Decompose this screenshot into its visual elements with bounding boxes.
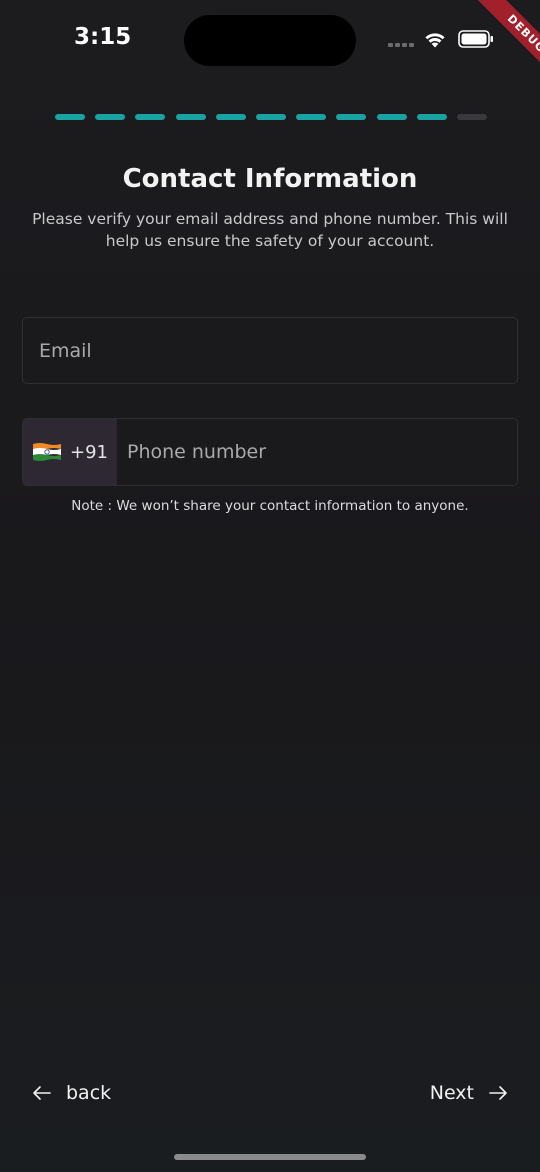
next-button[interactable]: Next bbox=[430, 1078, 508, 1108]
progress-step bbox=[416, 114, 447, 120]
progress-step bbox=[376, 114, 407, 120]
phone-number-input[interactable] bbox=[117, 419, 517, 485]
progress-step bbox=[55, 114, 85, 120]
cellular-signal-icon bbox=[388, 40, 414, 48]
progress-step bbox=[215, 114, 246, 120]
page-title: Contact Information bbox=[122, 164, 418, 194]
arrow-right-icon bbox=[489, 1086, 507, 1100]
arrow-left-icon bbox=[33, 1086, 51, 1100]
phone-field: +91 bbox=[22, 418, 518, 486]
page-subtitle: Please verify your email address and pho… bbox=[32, 210, 508, 250]
progress-step bbox=[95, 114, 126, 120]
next-label: Next bbox=[429, 1082, 474, 1104]
progress-step bbox=[175, 114, 206, 120]
battery-icon bbox=[458, 30, 493, 48]
progress-step bbox=[336, 114, 367, 120]
progress-step bbox=[457, 114, 487, 120]
back-button[interactable]: back bbox=[32, 1078, 111, 1108]
dial-code: +91 bbox=[70, 441, 108, 463]
status-time: 3:15 bbox=[74, 24, 132, 50]
home-indicator bbox=[174, 1154, 366, 1160]
progress-step bbox=[296, 114, 327, 120]
progress-step bbox=[135, 114, 166, 120]
privacy-note: Note : We won’t share your contact infor… bbox=[71, 498, 469, 514]
dynamic-island bbox=[184, 15, 356, 66]
email-input[interactable] bbox=[23, 318, 517, 383]
step-progress-indicator bbox=[55, 114, 487, 120]
india-flag-icon bbox=[33, 443, 61, 461]
wifi-icon bbox=[425, 33, 445, 48]
status-bar: 3:15 DEBUG bbox=[0, 0, 540, 84]
progress-step bbox=[256, 114, 286, 120]
country-code-picker[interactable]: +91 bbox=[23, 419, 117, 485]
back-label: back bbox=[66, 1082, 112, 1104]
email-field[interactable] bbox=[22, 317, 518, 384]
